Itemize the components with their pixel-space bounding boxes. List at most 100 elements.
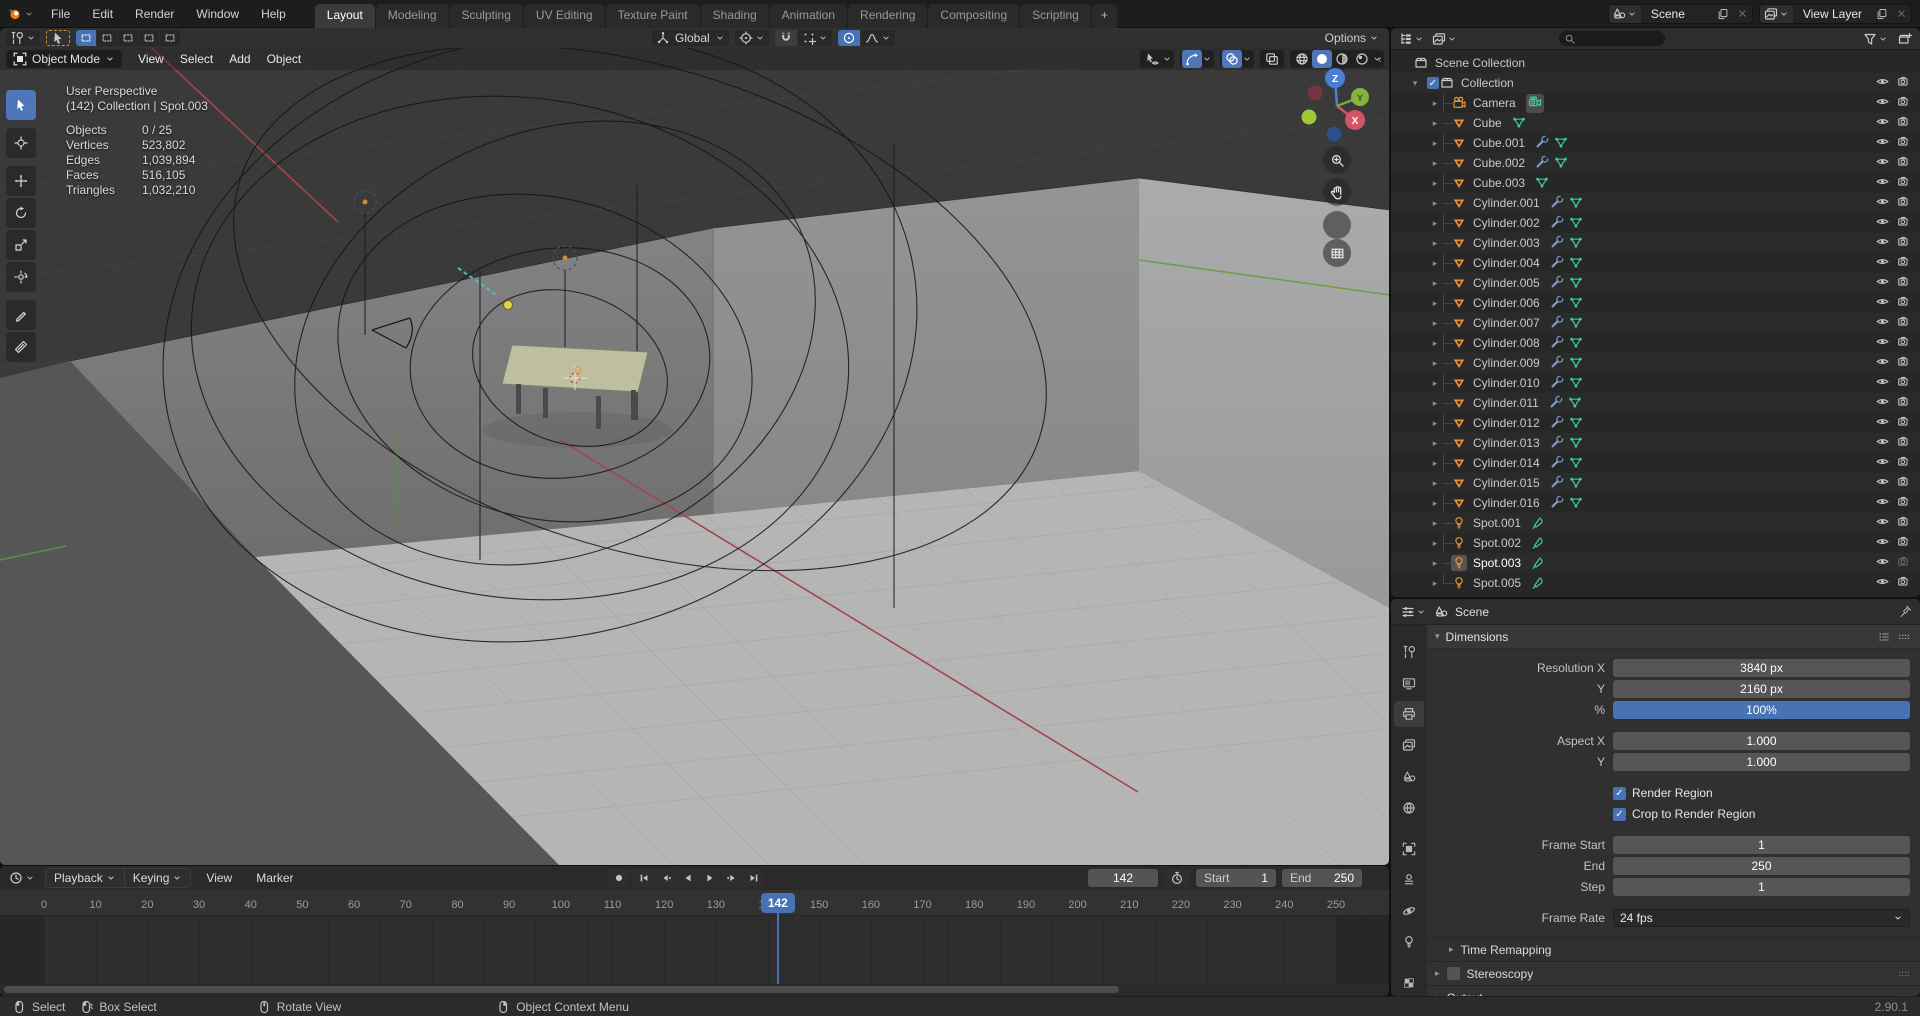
frame-start-field[interactable]: 1 [1613, 836, 1910, 854]
outliner-row-cylinder-006[interactable]: ▸ Cylinder.006 [1391, 293, 1920, 313]
tab-animation[interactable]: Animation [769, 3, 848, 28]
frame-step-field[interactable]: 1 [1613, 878, 1910, 896]
scene-unlink-button[interactable] [1733, 5, 1752, 23]
outliner-row-scene-collection[interactable]: Scene Collection [1391, 53, 1920, 73]
view-layer-selector[interactable]: View Layer [1758, 3, 1912, 24]
disclosure-triangle[interactable]: ▸ [1429, 518, 1441, 529]
snap-target-dropdown[interactable] [797, 30, 832, 46]
hide-viewport-toggle[interactable] [1876, 415, 1889, 431]
tab-texture-paint[interactable]: Texture Paint [605, 3, 700, 28]
timeline-track[interactable] [0, 916, 1389, 984]
scene-name[interactable]: Scene [1641, 7, 1713, 21]
resolution-x-field[interactable]: 3840 px [1613, 659, 1910, 677]
disable-render-toggle[interactable] [1897, 195, 1910, 211]
menu-window[interactable]: Window [185, 3, 250, 25]
axis-y-label[interactable]: Y [1357, 93, 1363, 103]
tab-compositing[interactable]: Compositing [928, 3, 1020, 28]
view-menu[interactable]: View [197, 871, 241, 885]
disable-render-toggle[interactable] [1897, 335, 1910, 351]
hide-viewport-toggle[interactable] [1876, 335, 1889, 351]
hide-viewport-toggle[interactable] [1876, 535, 1889, 551]
panel-time-remapping[interactable]: ▸ Time Remapping [1427, 937, 1920, 961]
outliner-row-spot-005[interactable]: ▸ Spot.005 [1391, 573, 1920, 593]
disclosure-triangle[interactable]: ▸ [1429, 298, 1441, 309]
perspective-toggle-button[interactable] [1323, 239, 1351, 267]
disable-render-toggle[interactable] [1897, 275, 1910, 291]
active-tool-button[interactable] [46, 30, 70, 46]
select-mode-new-button[interactable] [76, 30, 96, 46]
stereoscopy-checkbox[interactable] [1446, 967, 1460, 980]
filter-dropdown[interactable] [1861, 32, 1890, 46]
use-preview-range-button[interactable] [1164, 869, 1190, 887]
timeline-editor[interactable]: Playback Keying View Marker 142 Start 1 E… [0, 866, 1389, 996]
hide-viewport-toggle[interactable] [1876, 95, 1889, 111]
3d-scene[interactable] [0, 28, 1389, 865]
disable-render-toggle[interactable] [1897, 355, 1910, 371]
outliner-row-cylinder-005[interactable]: ▸ Cylinder.005 [1391, 273, 1920, 293]
outliner-row-spot-001[interactable]: ▸ Spot.001 [1391, 513, 1920, 533]
tool-move[interactable] [6, 166, 36, 196]
resolution-percent-slider[interactable]: 100% [1613, 701, 1910, 719]
hide-viewport-toggle[interactable] [1876, 255, 1889, 271]
record-button[interactable] [608, 869, 629, 887]
tool-cursor[interactable] [6, 128, 36, 158]
panel-output[interactable]: ▸Output [1427, 985, 1920, 996]
outliner-row-cylinder-002[interactable]: ▸ Cylinder.002 [1391, 213, 1920, 233]
disclosure-triangle[interactable]: ▸ [1429, 258, 1441, 269]
outliner-row-cube-002[interactable]: ▸ Cube.002 [1391, 153, 1920, 173]
outliner-row-cylinder-007[interactable]: ▸ Cylinder.007 [1391, 313, 1920, 333]
aspect-x-field[interactable]: 1.000 [1613, 732, 1910, 750]
properties-tab-world[interactable] [1394, 795, 1424, 820]
select-mode-extend-button[interactable] [97, 30, 117, 46]
gizmos-toggle[interactable] [1180, 50, 1214, 68]
outliner-row-cylinder-009[interactable]: ▸ Cylinder.009 [1391, 353, 1920, 373]
properties-editor[interactable]: Scene ▾ Dimensions Resolution X 3840 px Y… [1391, 599, 1920, 996]
viewport-menu-view[interactable]: View [130, 52, 172, 66]
outliner-row-cylinder-001[interactable]: ▸ Cylinder.001 [1391, 193, 1920, 213]
properties-tab-view-layer[interactable] [1394, 733, 1424, 758]
presets-icon[interactable] [1878, 631, 1890, 643]
outliner-row-cylinder-012[interactable]: ▸ Cylinder.012 [1391, 413, 1920, 433]
hide-viewport-toggle[interactable] [1876, 115, 1889, 131]
marker-menu[interactable]: Marker [247, 871, 302, 885]
breadcrumb-scene[interactable]: Scene [1455, 605, 1489, 619]
proportional-falloff-dropdown[interactable] [860, 30, 895, 46]
disclosure-triangle[interactable]: ▸ [1429, 438, 1441, 449]
hide-viewport-toggle[interactable] [1876, 295, 1889, 311]
collection-checkbox[interactable]: ✓ [1427, 77, 1439, 89]
hide-viewport-toggle[interactable] [1876, 395, 1889, 411]
hide-viewport-toggle[interactable] [1876, 495, 1889, 511]
panel-stereoscopy[interactable]: ▸ Stereoscopy [1427, 961, 1920, 985]
tab-layout[interactable]: Layout [314, 3, 375, 28]
scene-selector[interactable]: Scene [1607, 3, 1753, 24]
outliner-row-cylinder-013[interactable]: ▸ Cylinder.013 [1391, 433, 1920, 453]
outliner-editor[interactable]: Scene Collection ▾ ✓ Collection ▸ Camera ▸ Cube… [1391, 28, 1920, 597]
select-mode-intersect-button[interactable] [160, 30, 180, 46]
outliner-row-camera[interactable]: ▸ Camera [1391, 93, 1920, 113]
properties-tab-texture[interactable] [1394, 971, 1424, 996]
properties-tab-scene[interactable] [1394, 764, 1424, 789]
current-frame-field[interactable]: 142 [1088, 869, 1158, 887]
disclosure-triangle[interactable]: ▸ [1429, 218, 1441, 229]
view-layer-name[interactable]: View Layer [1793, 7, 1872, 21]
tool-annotate[interactable] [6, 300, 36, 330]
frame-start-field[interactable]: Start 1 [1196, 869, 1276, 887]
disable-render-toggle[interactable] [1897, 435, 1910, 451]
outliner-display-mode-dropdown[interactable] [1430, 32, 1459, 46]
new-collection-button[interactable] [1896, 32, 1914, 46]
playhead[interactable]: 142 [760, 893, 795, 913]
blender-logo-menu[interactable] [8, 7, 34, 21]
tool-transform[interactable] [6, 262, 36, 292]
xray-toggle[interactable] [1260, 50, 1284, 68]
viewport-menu-select[interactable]: Select [172, 52, 221, 66]
disclosure-triangle[interactable]: ▸ [1429, 318, 1441, 329]
menu-help[interactable]: Help [250, 3, 297, 25]
outliner-row-collection[interactable]: ▾ ✓ Collection [1391, 73, 1920, 93]
outliner-row-cylinder-003[interactable]: ▸ Cylinder.003 [1391, 233, 1920, 253]
disclosure-triangle[interactable]: ▸ [1429, 138, 1441, 149]
timeline-scrollbar[interactable] [4, 986, 1119, 993]
hide-viewport-toggle[interactable] [1876, 555, 1889, 571]
pivot-point-dropdown[interactable] [734, 30, 769, 46]
disclosure-triangle[interactable]: ▸ [1429, 578, 1441, 589]
hide-viewport-toggle[interactable] [1876, 455, 1889, 471]
